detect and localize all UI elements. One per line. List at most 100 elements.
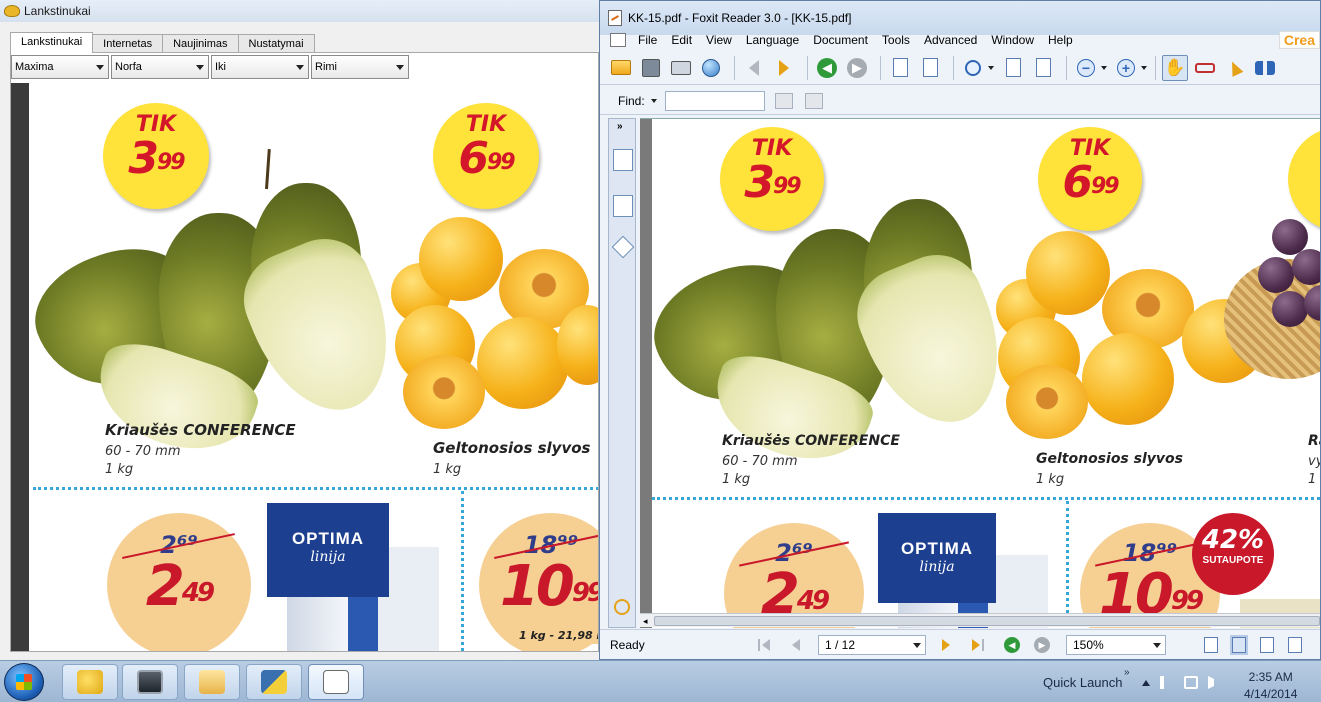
lankstinukai-titlebar[interactable]: Lankstinukai	[0, 0, 599, 22]
optima-logo-subtext: linija	[310, 549, 346, 565]
product-name-pears: Kriaušės CONFERENCE	[722, 433, 900, 449]
save-button[interactable]	[638, 55, 664, 81]
store-select-2[interactable]: Norfa	[111, 55, 209, 79]
find-previous-button[interactable]	[774, 92, 793, 109]
arrow-right-icon	[779, 59, 789, 76]
taskbar-app-python[interactable]	[246, 664, 302, 700]
horizontal-scrollbar[interactable]: ◂	[640, 613, 1320, 627]
layers-button[interactable]	[611, 235, 635, 259]
find-next-button[interactable]	[804, 92, 823, 109]
fit-page-button[interactable]	[1000, 55, 1026, 81]
scrollbar-thumb[interactable]	[654, 616, 1320, 626]
taskbar-app-monitor[interactable]	[122, 664, 178, 700]
grape-image	[1292, 249, 1320, 285]
tab-naujinimas[interactable]: Naujinimas	[162, 34, 239, 53]
new-price-cents: 49	[796, 586, 830, 616]
store-select-4[interactable]: Rimi	[311, 55, 409, 79]
expand-panel-icon[interactable]: »	[617, 121, 623, 132]
find-input[interactable]	[664, 90, 765, 111]
price-circle-optima: 2⁶⁹ 249	[107, 513, 251, 651]
first-page-icon[interactable]	[758, 638, 772, 652]
rotate-button[interactable]	[887, 55, 913, 81]
product-name-plums: Geltonosios slyvos	[1036, 451, 1183, 467]
create-pdf-logo[interactable]: Crea	[1278, 31, 1320, 49]
store-select-3[interactable]: Iki	[211, 55, 309, 79]
taskbar-app-lankstinukai[interactable]	[62, 664, 118, 700]
zoom-tool-button[interactable]	[960, 55, 994, 81]
open-button[interactable]	[608, 55, 634, 81]
thumbnails-button[interactable]	[613, 195, 633, 217]
network-icon[interactable]	[1184, 676, 1198, 689]
badge-tik-label: TIK	[751, 136, 793, 161]
document-menu-icon[interactable]	[610, 33, 626, 47]
zoom-level-box[interactable]: 150%	[1066, 634, 1166, 655]
menu-file[interactable]: File	[632, 33, 665, 47]
single-page-view-icon[interactable]	[1204, 636, 1218, 653]
taskbar-app-explorer[interactable]	[184, 664, 240, 700]
flag-icon[interactable]	[1160, 676, 1174, 689]
start-button[interactable]	[4, 663, 44, 701]
product-detail-partial: 1	[1308, 472, 1317, 487]
next-page-button[interactable]	[771, 55, 797, 81]
continuous-facing-view-icon[interactable]	[1288, 636, 1302, 653]
zoom-out-button[interactable]: −	[1073, 55, 1107, 81]
menu-help[interactable]: Help	[1042, 33, 1081, 47]
last-page-icon[interactable]	[970, 638, 984, 652]
windows-logo-icon	[16, 674, 32, 690]
new-price: 249	[107, 559, 251, 615]
find-button[interactable]	[1252, 55, 1278, 81]
previous-page-button[interactable]	[741, 55, 767, 81]
forward-icon[interactable]: ▶	[1034, 636, 1050, 653]
back-button[interactable]: ◀	[814, 55, 840, 81]
taskbar-app-foxit[interactable]	[308, 664, 364, 700]
plum-half-image	[1006, 365, 1088, 439]
foxit-titlebar[interactable]: KK-15.pdf - Foxit Reader 3.0 - [KK-15.pd…	[600, 1, 1320, 35]
system-clock[interactable]: 2:35 AM 4/14/2014	[1244, 669, 1297, 702]
continuous-view-icon[interactable]	[1232, 636, 1246, 653]
menu-document[interactable]: Document	[807, 33, 876, 47]
print-button[interactable]	[668, 55, 694, 81]
select-tool-button[interactable]	[1222, 55, 1248, 81]
copy-button[interactable]	[917, 55, 943, 81]
back-icon[interactable]: ◀	[1004, 636, 1020, 653]
badge-tik-label: TIK	[465, 112, 507, 137]
flyer-viewer[interactable]: TIK 399 TIK 699 Kriaušės CONFERENCE 60 -…	[11, 83, 598, 651]
store-select-value: Iki	[215, 61, 226, 73]
hand-tool-button[interactable]: ✋	[1162, 54, 1188, 81]
menu-edit[interactable]: Edit	[665, 33, 700, 47]
tab-nustatymai[interactable]: Nustatymai	[237, 34, 315, 53]
bookmarks-button[interactable]	[613, 149, 633, 171]
menu-advanced[interactable]: Advanced	[918, 33, 985, 47]
document-view[interactable]: TIK 399 TIK 699 Kriaušės CONFERENCE 60 -…	[640, 118, 1320, 628]
store-select-1[interactable]: Maxima	[11, 55, 109, 79]
facing-view-icon[interactable]	[1260, 636, 1274, 653]
volume-icon[interactable]	[1208, 676, 1222, 689]
product-detail-weight: 1 kg	[433, 462, 462, 477]
previous-page-icon[interactable]	[788, 638, 802, 652]
scroll-left-icon[interactable]: ◂	[643, 616, 648, 627]
menu-window[interactable]: Window	[985, 33, 1042, 47]
chevron-down-icon[interactable]	[650, 98, 657, 103]
zoom-in-button[interactable]: +	[1113, 55, 1147, 81]
show-hidden-icons-icon[interactable]	[1142, 680, 1150, 686]
quick-launch-chevron-icon[interactable]: »	[1124, 667, 1130, 678]
page-number-box[interactable]: 1 / 12	[818, 634, 926, 655]
monitor-icon	[137, 670, 163, 694]
fit-width-button[interactable]	[1030, 55, 1056, 81]
tab-panel: Maxima Norfa Iki Rimi TIK 399 TIK 699 Kr…	[10, 52, 599, 652]
dotted-separator	[33, 487, 598, 490]
menu-tools[interactable]: Tools	[876, 33, 918, 47]
menu-language[interactable]: Language	[740, 33, 807, 47]
forward-button[interactable]: ▶	[844, 55, 870, 81]
chevron-down-icon	[296, 65, 304, 70]
tab-internetas[interactable]: Internetas	[92, 34, 164, 53]
next-page-icon[interactable]	[940, 638, 954, 652]
menu-view[interactable]: View	[700, 33, 740, 47]
tab-lankstinukai[interactable]: Lankstinukai	[10, 32, 94, 53]
email-button[interactable]	[698, 55, 724, 81]
foxit-reader-window: KK-15.pdf - Foxit Reader 3.0 - [KK-15.pd…	[599, 0, 1321, 660]
optima-logo: OPTIMA linija	[878, 513, 996, 603]
paperclip-icon[interactable]	[610, 595, 634, 619]
quick-launch-label[interactable]: Quick Launch	[1043, 675, 1123, 690]
typewriter-button[interactable]	[1192, 55, 1218, 81]
